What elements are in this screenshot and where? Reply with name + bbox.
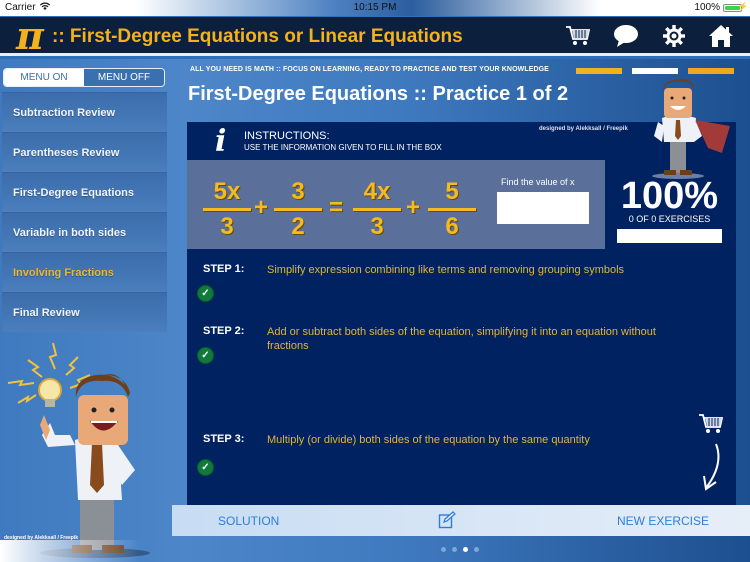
answer-input[interactable]: [497, 192, 589, 224]
fraction-numerator: 3: [291, 178, 305, 205]
fraction-denominator: 3: [220, 213, 234, 240]
status-bar: Carrier 10:15 PM 100% ⚡: [0, 0, 750, 16]
fraction-denominator: 2: [291, 213, 305, 240]
fraction-bar: [274, 208, 322, 211]
instructions-heading: INSTRUCTIONS:: [244, 130, 330, 142]
charging-icon: ⚡: [738, 2, 748, 11]
pi-logo-icon: π: [16, 13, 44, 58]
equation-box: 5x 3 + 3 2 = 4x 3 + 5 6 Find the value o…: [187, 160, 605, 249]
page-title: First-Degree Equations :: Practice 1 of …: [188, 83, 569, 105]
battery-percent: 100%: [694, 2, 720, 13]
fraction-numerator: 5x: [213, 178, 241, 205]
bottom-toolbar: SOLUTION NEW EXERCISE: [172, 505, 750, 536]
footer-gradient: [0, 540, 140, 562]
score-exercises-count: 0 OF 0 EXERCISES: [628, 214, 711, 224]
mascot-lightbulb-illustration: designed by Alekksall / Freepik: [4, 342, 150, 558]
menu-on-button[interactable]: MENU ON: [4, 69, 84, 86]
score-progress-fill: [617, 229, 722, 243]
check-icon: ✓: [197, 459, 214, 476]
sidebar-menu: Subtraction Review Parentheses Review Fi…: [2, 92, 167, 332]
fraction-bar: [203, 208, 251, 211]
fraction-term: 5x 3: [203, 178, 251, 241]
menu-off-button[interactable]: MENU OFF: [84, 69, 164, 86]
check-icon: ✓: [197, 347, 214, 364]
equation-operator: =: [329, 194, 344, 221]
fraction-numerator: 4x: [363, 178, 391, 205]
cart-icon[interactable]: [563, 21, 593, 51]
page-indicator[interactable]: [441, 547, 479, 552]
gear-icon[interactable]: [659, 21, 689, 51]
sidebar-item-involving-fractions[interactable]: Involving Fractions: [2, 252, 167, 292]
info-icon: i: [215, 124, 227, 159]
edit-note-icon[interactable]: [438, 511, 456, 534]
curved-arrow-icon: [702, 442, 724, 497]
cart-icon[interactable]: [698, 413, 724, 440]
app-header: π :: First-Degree Equations or Linear Eq…: [0, 13, 750, 58]
chat-bubble-icon[interactable]: [611, 21, 641, 51]
step-text: Simplify expression combining like terms…: [267, 264, 625, 276]
sidebar-item-first-degree-equations[interactable]: First-Degree Equations: [2, 172, 167, 212]
equation-operator: +: [406, 194, 421, 221]
step-label: STEP 2:: [203, 325, 245, 337]
app-title: :: First-Degree Equations or Linear Equa…: [52, 26, 463, 47]
fraction-bar: [428, 208, 476, 211]
sidebar-item-variable-both-sides[interactable]: Variable in both sides: [2, 212, 167, 252]
home-icon[interactable]: [706, 21, 736, 51]
step-text: Add or subtract both sides of the equati…: [267, 326, 656, 352]
illustration-credit: designed by Alekksall / Freepik: [539, 126, 628, 132]
fraction-term: 4x 3: [353, 178, 401, 241]
fraction-bar: [353, 208, 401, 211]
mascot-superhero-illustration: [652, 78, 730, 179]
new-exercise-button[interactable]: NEW EXERCISE: [617, 514, 709, 528]
page-dot[interactable]: [463, 547, 468, 552]
sidebar-item-final-review[interactable]: Final Review: [2, 292, 167, 332]
page-dot[interactable]: [441, 547, 446, 552]
step-label: STEP 3:: [203, 433, 245, 445]
tagline: ALL YOU NEED IS MATH :: FOCUS ON LEARNIN…: [190, 66, 549, 73]
instructions-text: USE THE INFORMATION GIVEN TO FILL IN THE…: [244, 143, 442, 152]
sidebar-item-parentheses-review[interactable]: Parentheses Review: [2, 132, 167, 172]
fraction-term: 5 6: [428, 178, 476, 241]
fraction-term: 3 2: [274, 178, 322, 241]
accent-bar-orange: [688, 68, 734, 74]
equation-operator: +: [254, 194, 269, 221]
score-progress-bar: [617, 229, 722, 243]
score-percent: 100%: [620, 175, 719, 217]
step-label: STEP 1:: [203, 263, 245, 275]
accent-bar-white: [632, 68, 678, 74]
fraction-numerator: 5: [445, 178, 459, 205]
page-dot[interactable]: [474, 547, 479, 552]
answer-label: Find the value of x: [501, 177, 575, 187]
menu-toggle[interactable]: MENU ON MENU OFF: [3, 68, 165, 87]
step-text: Multiply (or divide) both sides of the e…: [267, 434, 590, 446]
check-icon: ✓: [197, 285, 214, 302]
page-dot[interactable]: [452, 547, 457, 552]
fraction-denominator: 3: [370, 213, 384, 240]
solution-button[interactable]: SOLUTION: [218, 514, 279, 528]
sidebar-item-subtraction-review[interactable]: Subtraction Review: [2, 92, 167, 132]
accent-bar-gold: [576, 68, 622, 74]
clock: 10:15 PM: [353, 2, 397, 13]
fraction-denominator: 6: [445, 213, 459, 240]
